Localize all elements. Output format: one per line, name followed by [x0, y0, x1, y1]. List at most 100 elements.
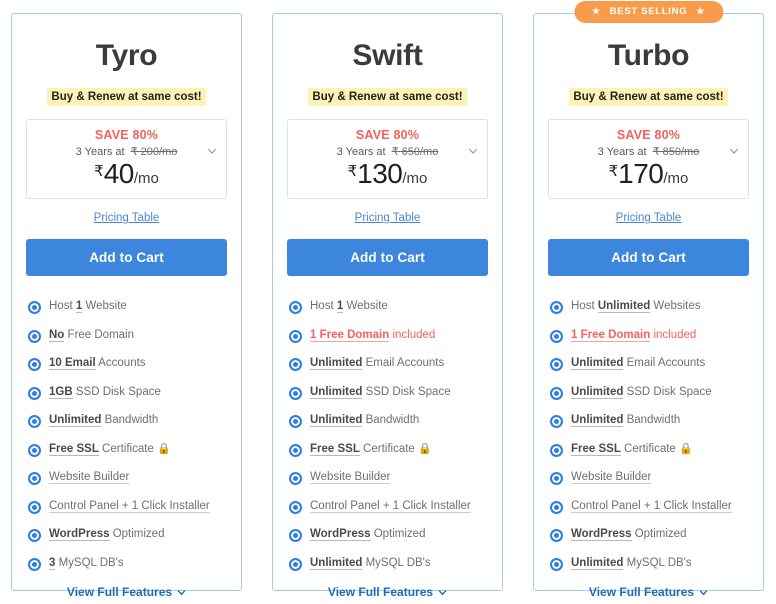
check-bullet-icon: [289, 472, 302, 486]
price-box[interactable]: SAVE 80% 3 Years at ₹ 850/mo ₹170/mo: [548, 119, 749, 200]
feature-text: Free SSL Certificate 🔒: [310, 442, 488, 457]
save-label: SAVE 80%: [355, 128, 420, 143]
feature-item: Unlimited Bandwidth: [550, 414, 749, 429]
feature-item: Website Builder: [550, 471, 749, 486]
feature-item: Unlimited SSD Disk Space: [550, 385, 749, 400]
feature-text: 10 Email Accounts: [49, 357, 227, 371]
feature-text: Unlimited SSD Disk Space: [571, 385, 749, 400]
feature-suffix: Accounts: [95, 357, 146, 370]
feature-suffix: Free Domain: [64, 328, 135, 341]
tagline-wrapper: Buy & Renew at same cost!: [548, 87, 749, 107]
check-bullet-icon: [28, 529, 41, 543]
pricing-table-link[interactable]: Pricing Table: [548, 212, 749, 224]
check-bullet-icon: [289, 415, 302, 429]
plan-card-tyro: Tyro Buy & Renew at same cost! SAVE 80% 3 Y…: [11, 13, 242, 599]
feature-item: Unlimited SSD Disk Space: [289, 385, 488, 400]
feature-item: Control Panel + 1 Click Installer: [28, 499, 227, 514]
price-box[interactable]: SAVE 80% 3 Years at ₹ 200/mo ₹40/mo: [26, 119, 227, 200]
view-full-features-link[interactable]: View Full Features: [26, 585, 227, 599]
feature-highlight: 1 Free Domain: [571, 328, 651, 342]
feature-text: Host Unlimited Websites: [571, 300, 749, 314]
check-bullet-icon: [550, 358, 563, 372]
feature-text: Unlimited SSD Disk Space: [310, 385, 488, 400]
feature-suffix: Email Accounts: [362, 357, 445, 370]
feature-text: Website Builder: [310, 471, 488, 485]
original-price: ₹ 200/mo: [130, 146, 178, 159]
best-selling-badge: ★ BEST SELLING ★: [573, 1, 724, 23]
view-full-features-link[interactable]: View Full Features: [548, 585, 749, 599]
feature-text: Control Panel + 1 Click Installer: [571, 499, 749, 514]
feature-item: Free SSL Certificate 🔒: [28, 442, 227, 457]
add-to-cart-button[interactable]: Add to Cart: [26, 239, 227, 277]
feature-suffix: Websites: [650, 300, 701, 313]
feature-item: Free SSL Certificate 🔒: [550, 442, 749, 457]
check-bullet-icon: [28, 557, 41, 571]
check-bullet-icon: [28, 500, 41, 514]
feature-highlight: WordPress: [310, 528, 371, 542]
feature-suffix: SSD Disk Space: [72, 385, 161, 398]
feature-label: Control Panel + 1 Click Installer: [310, 499, 471, 513]
plan-card-swift: Swift Buy & Renew at same cost! SAVE 80% 3 …: [272, 13, 503, 599]
feature-list: Host Unlimited Websites 1 Free Domain inc…: [548, 300, 749, 585]
feature-item: Unlimited Email Accounts: [550, 357, 749, 372]
feature-item: Website Builder: [289, 471, 488, 486]
feature-text: Host 1 Website: [49, 300, 227, 314]
feature-label: Website Builder: [49, 471, 130, 485]
feature-text: 1 Free Domain included: [310, 328, 488, 343]
per-month-label: /mo: [133, 170, 159, 188]
feature-text: Unlimited Email Accounts: [571, 357, 749, 371]
feature-text: Control Panel + 1 Click Installer: [310, 499, 488, 514]
plan-name: Tyro: [95, 39, 158, 72]
feature-text: Website Builder: [571, 471, 749, 485]
check-bullet-icon: [28, 329, 41, 343]
chevron-down-icon[interactable]: [468, 146, 478, 156]
current-price: ₹170/mo: [555, 160, 742, 188]
per-month-label: /mo: [663, 170, 689, 188]
feature-text: 1 Free Domain included: [571, 328, 749, 343]
feature-item: WordPress Optimized: [28, 528, 227, 543]
check-bullet-icon: [289, 329, 302, 343]
view-full-features-link[interactable]: View Full Features: [287, 585, 488, 599]
check-bullet-icon: [550, 557, 563, 571]
feature-highlight: Unlimited: [310, 414, 363, 428]
chevron-down-icon[interactable]: [729, 146, 739, 156]
term-line: 3 Years at ₹ 850/mo: [555, 145, 742, 158]
price-box[interactable]: SAVE 80% 3 Years at ₹ 650/mo ₹130/mo: [287, 119, 488, 200]
feature-suffix: Certificate: [98, 442, 154, 455]
feature-suffix: included: [389, 328, 436, 341]
feature-item: Unlimited Bandwidth: [289, 414, 488, 429]
feature-suffix: Bandwidth: [362, 414, 420, 427]
feature-text: Free SSL Certificate 🔒: [49, 442, 227, 457]
feature-label: Control Panel + 1 Click Installer: [49, 499, 210, 513]
feature-item: 10 Email Accounts: [28, 357, 227, 372]
check-bullet-icon: [289, 358, 302, 372]
plan-tagline: Buy & Renew at same cost!: [47, 88, 206, 107]
feature-prefix: Host: [49, 300, 76, 313]
check-bullet-icon: [289, 529, 302, 543]
lock-icon: 🔒: [157, 442, 171, 455]
chevron-down-icon[interactable]: [207, 146, 217, 156]
check-bullet-icon: [550, 415, 563, 429]
feature-highlight: Unlimited: [310, 556, 363, 570]
current-price: ₹130/mo: [294, 160, 481, 188]
check-bullet-icon: [28, 386, 41, 400]
add-to-cart-button[interactable]: Add to Cart: [548, 239, 749, 277]
feature-suffix: Optimized: [109, 528, 165, 541]
price-amount: 170: [618, 158, 664, 190]
check-bullet-icon: [550, 529, 563, 543]
original-price: ₹ 650/mo: [391, 146, 439, 159]
feature-highlight: 10 Email: [49, 357, 96, 371]
feature-highlight: Unlimited: [310, 357, 363, 371]
check-bullet-icon: [289, 443, 302, 457]
feature-suffix: Website: [343, 300, 388, 313]
feature-text: 3 MySQL DB's: [49, 556, 227, 571]
feature-item: No Free Domain: [28, 328, 227, 343]
check-bullet-icon: [289, 301, 302, 315]
feature-highlight: Free SSL: [310, 442, 360, 456]
pricing-table-link[interactable]: Pricing Table: [26, 212, 227, 224]
add-to-cart-button[interactable]: Add to Cart: [287, 239, 488, 277]
feature-item: 1 Free Domain included: [289, 328, 488, 343]
lock-icon: 🔒: [679, 442, 693, 455]
pricing-table-link[interactable]: Pricing Table: [287, 212, 488, 224]
feature-text: Control Panel + 1 Click Installer: [49, 499, 227, 514]
